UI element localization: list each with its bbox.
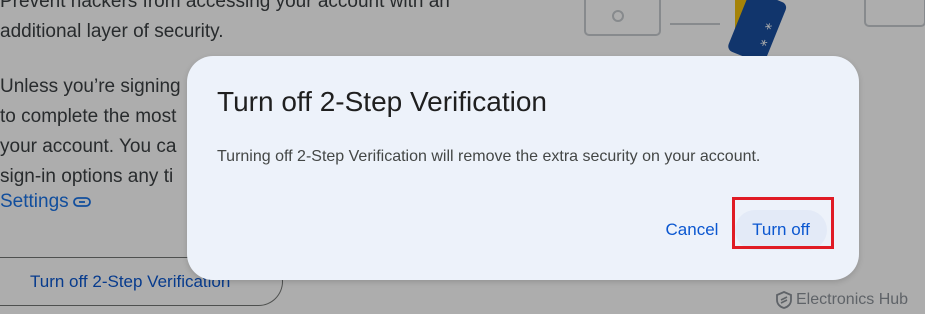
highlight-box (732, 197, 834, 249)
shield-logo-icon (776, 291, 792, 309)
dialog-body: Turning off 2-Step Verification will rem… (217, 148, 761, 165)
watermark-text: Electronics Hub (796, 291, 909, 308)
cancel-button-label: Cancel (665, 220, 719, 239)
cancel-button[interactable]: Cancel (642, 210, 742, 250)
watermark: Electronics Hub (776, 291, 908, 309)
dialog-title: Turn off 2-Step Verification (217, 86, 547, 117)
